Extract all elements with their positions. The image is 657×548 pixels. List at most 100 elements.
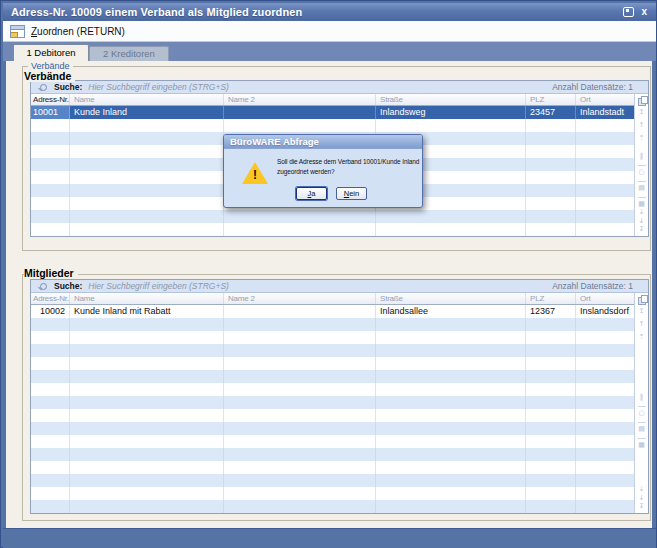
page-up-icon[interactable]: ⇡ <box>635 134 648 142</box>
table-cell <box>31 370 70 383</box>
scroll-up-icon[interactable]: ↑ <box>635 320 648 328</box>
table-row[interactable] <box>31 357 634 370</box>
table-cell <box>31 158 70 171</box>
table-cell <box>31 223 70 236</box>
table-row[interactable] <box>31 223 634 236</box>
scroll-up-icon[interactable]: ↑ <box>635 121 648 129</box>
column-header[interactable]: Name 2 <box>224 293 376 304</box>
table-cell <box>224 448 376 461</box>
filter-icon[interactable]: ▦ <box>635 200 648 208</box>
verbaende-title: Verbände <box>24 70 75 82</box>
table-cell <box>31 396 70 409</box>
column-options-icon[interactable] <box>638 297 646 305</box>
table-cell <box>526 210 576 223</box>
restore-icon[interactable] <box>623 7 634 17</box>
column-header[interactable]: Ort <box>576 94 634 105</box>
table-row[interactable] <box>31 461 634 474</box>
table-cell <box>376 396 526 409</box>
mitglieder-search-bar[interactable]: Suche:Hier Suchbegriff eingeben (STRG+S)… <box>31 280 648 293</box>
search-icon[interactable]: ○ <box>635 409 648 417</box>
table-cell <box>70 145 224 158</box>
filter-icon[interactable]: ▦ <box>635 441 648 449</box>
table-row[interactable] <box>31 344 634 357</box>
toolbar: Zuordnen (RETURN) <box>3 21 656 42</box>
table-cell <box>526 435 576 448</box>
column-header[interactable]: PLZ <box>526 94 576 105</box>
table-cell <box>576 396 634 409</box>
dialog-message: Soll die Adresse dem Verband 10001/Kunde… <box>277 157 427 177</box>
table-cell: Inlandsallee <box>376 305 526 318</box>
column-header[interactable]: Name <box>70 293 224 304</box>
columns-icon[interactable]: ‖ <box>635 393 648 401</box>
table-cell <box>526 331 576 344</box>
table-cell <box>576 487 634 500</box>
tab-kreditoren[interactable]: 2 Kreditoren <box>89 46 169 61</box>
table-row[interactable] <box>31 474 634 487</box>
page-down-icon[interactable]: ⇣ <box>635 485 648 493</box>
table-cell <box>376 500 526 513</box>
search-icon[interactable]: ○ <box>635 168 648 176</box>
table-cell <box>376 448 526 461</box>
table-row[interactable] <box>31 331 634 344</box>
column-header[interactable]: PLZ <box>526 293 576 304</box>
column-header[interactable]: Adress-Nr. <box>31 94 70 105</box>
table-row[interactable] <box>31 370 634 383</box>
assign-button[interactable]: Zuordnen (RETURN) <box>31 26 125 37</box>
table-row[interactable] <box>31 500 634 513</box>
close-icon[interactable]: x <box>641 7 647 17</box>
page-up-icon[interactable]: ⇡ <box>635 333 648 341</box>
table-cell <box>70 184 224 197</box>
table-cell <box>70 461 224 474</box>
scroll-top-icon[interactable]: ↥ <box>635 307 648 315</box>
table-cell <box>70 223 224 236</box>
column-header[interactable]: Name 2 <box>224 94 376 105</box>
table-cell <box>526 474 576 487</box>
table-row[interactable] <box>31 396 634 409</box>
table-cell <box>31 435 70 448</box>
table-row[interactable] <box>31 487 634 500</box>
view-icon[interactable]: ▤ <box>635 425 648 433</box>
table-row[interactable] <box>31 318 634 331</box>
table-cell <box>526 184 576 197</box>
table-row[interactable] <box>31 383 634 396</box>
table-cell <box>31 318 70 331</box>
column-header[interactable]: Straße <box>376 293 526 304</box>
tab-debitoren[interactable]: 1 Debitoren <box>13 44 89 61</box>
view-icon[interactable]: ▤ <box>635 184 648 192</box>
table-cell <box>376 435 526 448</box>
table-row[interactable] <box>31 210 634 223</box>
scroll-bottom-icon[interactable]: ↧ <box>635 225 648 233</box>
column-header[interactable]: Straße <box>376 94 526 105</box>
no-button[interactable]: Nein <box>336 187 367 200</box>
table-row[interactable] <box>31 409 634 422</box>
table-cell <box>224 318 376 331</box>
table-cell: 12367 <box>526 305 576 318</box>
search-placeholder: Hier Suchbegriff eingeben (STRG+S) <box>88 82 229 92</box>
table-cell <box>70 474 224 487</box>
table-row[interactable]: 10002Kunde Inland mit RabattInlandsallee… <box>31 305 634 318</box>
table-cell <box>31 383 70 396</box>
page-down-icon[interactable]: ⇣ <box>635 208 648 216</box>
scroll-down-icon[interactable]: ↓ <box>635 494 648 502</box>
column-header[interactable]: Name <box>70 94 224 105</box>
table-cell: Inlandstadt <box>576 106 634 119</box>
columns-icon[interactable]: ‖ <box>635 152 648 160</box>
table-row[interactable] <box>31 435 634 448</box>
table-row[interactable] <box>31 448 634 461</box>
column-header[interactable]: Ort <box>576 293 634 304</box>
table-cell <box>376 461 526 474</box>
table-row[interactable] <box>31 422 634 435</box>
scroll-top-icon[interactable]: ↥ <box>635 108 648 116</box>
scroll-down-icon[interactable]: ↓ <box>635 217 648 225</box>
verbaende-search-bar[interactable]: Suche:Hier Suchbegriff eingeben (STRG+S)… <box>31 81 648 94</box>
yes-button[interactable]: Ja <box>296 187 327 200</box>
scroll-bottom-icon[interactable]: ↧ <box>635 502 648 510</box>
column-options-icon[interactable] <box>638 98 646 106</box>
table-cell <box>224 344 376 357</box>
search-placeholder: Hier Suchbegriff eingeben (STRG+S) <box>88 281 229 291</box>
column-header[interactable]: Adress-Nr. <box>31 293 70 304</box>
table-row[interactable]: 10001Kunde InlandInlandsweg23457Inlandst… <box>31 106 634 119</box>
table-cell <box>224 210 376 223</box>
table-row[interactable] <box>31 119 634 132</box>
verbaende-header-row: Adress-Nr.NameName 2StraßePLZOrt <box>31 94 634 106</box>
